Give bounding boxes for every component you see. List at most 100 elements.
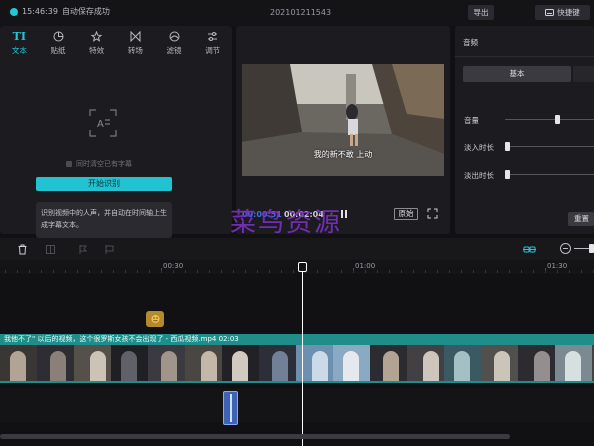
video-preview[interactable]: 我的新不敢 上动 xyxy=(242,64,444,176)
materials-panel: TI 文本 贴纸 特效 转场 滤镜 调节 A 同时清空已有字幕 开始识别 识别视… xyxy=(0,26,232,238)
timeline-scrollbar[interactable] xyxy=(0,434,510,439)
autosave-status: 15:46:39 自动保存成功 xyxy=(10,6,110,17)
ruler-minor-tick xyxy=(149,270,150,273)
link-icon[interactable] xyxy=(523,244,536,255)
ruler-minor-tick xyxy=(17,270,18,273)
reset-button[interactable]: 重置 xyxy=(568,212,594,226)
video-thumbnail xyxy=(555,345,592,381)
ruler-minor-tick xyxy=(233,270,234,273)
fade-out-slider[interactable] xyxy=(505,170,594,179)
ruler-label: 01:30 xyxy=(547,262,568,270)
ruler-minor-tick xyxy=(173,270,174,273)
filter-icon xyxy=(168,31,180,43)
ruler-minor-tick xyxy=(449,270,450,273)
playhead-handle[interactable] xyxy=(298,262,307,272)
tab-sticker[interactable]: 贴纸 xyxy=(39,28,78,58)
text-icon: TI xyxy=(12,29,26,43)
ruler-minor-tick xyxy=(329,270,330,273)
video-thumbnail xyxy=(333,345,370,381)
fullscreen-icon[interactable] xyxy=(427,208,438,219)
ruler-minor-tick xyxy=(461,270,462,273)
video-thumbnail xyxy=(185,345,222,381)
ruler-minor-tick xyxy=(353,270,354,273)
playhead[interactable] xyxy=(302,262,303,446)
fade-in-slider-knob[interactable] xyxy=(505,142,510,151)
split-icon[interactable] xyxy=(45,244,56,255)
zoom-out-icon[interactable] xyxy=(560,243,571,254)
sticker-clip[interactable] xyxy=(146,311,164,327)
ruler-minor-tick xyxy=(293,270,294,273)
fade-in-slider[interactable] xyxy=(505,142,594,151)
shortcut-button[interactable]: 快捷键 xyxy=(535,5,590,20)
tab-filter[interactable]: 滤镜 xyxy=(155,28,194,58)
clear-existing-checkbox[interactable] xyxy=(66,161,72,167)
ruler-label: 01:00 xyxy=(355,262,376,270)
thumbnail-figure xyxy=(312,351,328,381)
mark-icon[interactable] xyxy=(104,244,115,255)
video-thumbnail xyxy=(148,345,185,381)
tab-label: 文本 xyxy=(11,45,27,55)
video-clip-header[interactable]: 我他不了" 以后的视频，这个很罗斯女孩不会出现了 - 西瓜视频.mp4 02:0… xyxy=(0,334,594,345)
tab-text[interactable]: TI 文本 xyxy=(0,28,39,58)
timeline-ruler[interactable]: 00:30 01:00 01:30 xyxy=(0,260,594,274)
freeze-frame-icon[interactable] xyxy=(78,244,89,255)
ruler-minor-tick xyxy=(53,270,54,273)
volume-slider-knob[interactable] xyxy=(555,115,560,124)
volume-slider[interactable] xyxy=(505,115,594,124)
thumbnail-figure xyxy=(534,351,550,381)
adjust-icon xyxy=(207,31,219,43)
status-text: 自动保存成功 xyxy=(61,7,110,16)
tab-basic[interactable]: 基本 xyxy=(463,66,571,82)
ruler-minor-tick xyxy=(245,270,246,273)
tab-transition[interactable]: 转场 xyxy=(116,28,155,58)
watermark-text: 菜鸟资源 xyxy=(230,208,343,238)
recognition-info: 识别视频中的人声，并自动在时间轴上生成字幕文本。 xyxy=(36,202,172,238)
timeline-tracks: 我他不了" 以后的视频，这个很罗斯女孩不会出现了 - 西瓜视频.mp4 02:0… xyxy=(0,274,594,446)
ruler-minor-tick xyxy=(41,270,42,273)
video-thumbnail xyxy=(370,345,407,381)
tab-adjust[interactable]: 调节 xyxy=(193,28,232,58)
video-thumbnail xyxy=(0,345,37,381)
ruler-minor-tick xyxy=(209,270,210,273)
delete-icon[interactable] xyxy=(17,244,28,255)
thumbnail-figure xyxy=(232,351,248,381)
thumbnail-figure xyxy=(494,351,510,381)
divider xyxy=(455,56,594,57)
tab-other[interactable] xyxy=(573,66,594,82)
video-thumbnail xyxy=(444,345,481,381)
tab-effects[interactable]: 特效 xyxy=(77,28,116,58)
ruler-minor-tick xyxy=(473,270,474,273)
timeline-toolbar xyxy=(0,238,594,260)
material-tabs: TI 文本 贴纸 特效 转场 滤镜 调节 xyxy=(0,28,232,58)
ruler-minor-tick xyxy=(269,270,270,273)
video-thumbnail xyxy=(259,345,296,381)
emoji-sticker-icon xyxy=(151,315,159,323)
effects-icon xyxy=(91,31,103,43)
audio-clip[interactable] xyxy=(223,391,238,425)
clear-existing-checkbox-row[interactable]: 同时清空已有字幕 xyxy=(66,159,132,169)
thumbnail-figure xyxy=(121,351,137,381)
ruler-minor-tick xyxy=(485,270,486,273)
tab-label: 贴纸 xyxy=(50,45,66,55)
video-clip-thumbnails[interactable] xyxy=(0,345,594,383)
fade-out-label: 淡出时长 xyxy=(464,171,494,180)
ruler-minor-tick xyxy=(521,270,522,273)
svg-text:A: A xyxy=(97,119,104,130)
video-thumbnail xyxy=(74,345,111,381)
ruler-minor-tick xyxy=(161,270,162,273)
ruler-minor-tick xyxy=(437,270,438,273)
ruler-minor-tick xyxy=(425,270,426,273)
ruler-minor-tick xyxy=(221,270,222,273)
export-button[interactable]: 导出 xyxy=(468,5,494,20)
thumbnail-figure xyxy=(90,351,106,381)
aspect-ratio-button[interactable]: 原始 xyxy=(394,208,418,220)
start-recognition-button[interactable]: 开始识别 xyxy=(36,177,172,191)
zoom-slider-knob[interactable] xyxy=(589,244,594,253)
thumbnail-figure xyxy=(423,351,439,381)
tab-label: 滤镜 xyxy=(166,45,182,55)
ruler-minor-tick xyxy=(401,270,402,273)
tab-label: 调节 xyxy=(205,45,221,55)
fade-out-slider-knob[interactable] xyxy=(505,170,510,179)
ruler-minor-tick xyxy=(77,270,78,273)
ruler-minor-tick xyxy=(257,270,258,273)
